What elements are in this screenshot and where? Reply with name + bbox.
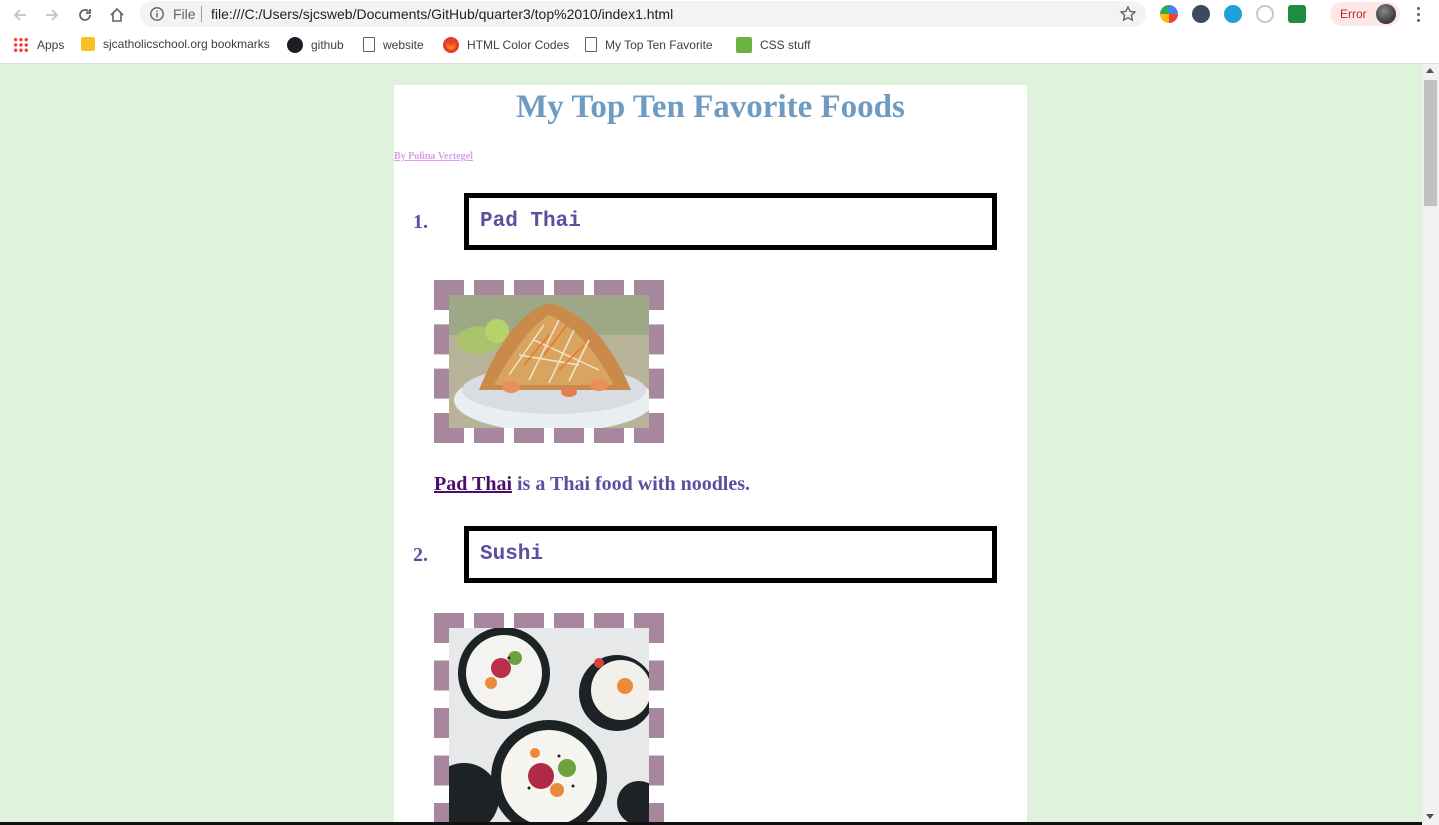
page-icon xyxy=(363,37,375,52)
reload-icon xyxy=(79,9,91,21)
back-button[interactable] xyxy=(8,3,32,27)
pad-thai-image xyxy=(449,295,649,428)
bookmark-github[interactable]: github xyxy=(287,37,344,53)
page-title: My Top Ten Favorite Foods xyxy=(516,89,905,125)
info-icon[interactable] xyxy=(149,6,165,22)
star-icon[interactable] xyxy=(1119,5,1137,23)
bookmark-website[interactable]: website xyxy=(363,37,424,52)
description-text: is a Thai food with noodles. xyxy=(512,473,751,495)
bookmark-label: sjcatholicschool.org bookmarks xyxy=(103,37,270,51)
scroll-down-arrow-icon[interactable] xyxy=(1426,814,1434,819)
page-icon xyxy=(585,37,597,52)
bookmarks-bar: Apps sjcatholicschool.org bookmarks gith… xyxy=(0,32,1439,60)
author-link[interactable]: By Polina Vertegel xyxy=(394,151,473,162)
bookmark-html-color-codes[interactable]: HTML Color Codes xyxy=(443,37,569,53)
more-vert-icon[interactable] xyxy=(1410,5,1426,23)
back-arrow-icon xyxy=(13,9,26,21)
extension-color-icon[interactable] xyxy=(1160,5,1178,23)
extension-vpn-icon[interactable] xyxy=(1224,5,1242,23)
bookmark-my-top-ten[interactable]: My Top Ten Favorite F xyxy=(585,37,715,52)
address-divider xyxy=(201,6,202,22)
vertical-scrollbar[interactable] xyxy=(1422,64,1439,825)
apps-grid-icon xyxy=(13,37,29,53)
extension-help-icon[interactable] xyxy=(1256,5,1274,23)
bookmark-label: website xyxy=(383,37,424,52)
scroll-thumb[interactable] xyxy=(1424,80,1437,206)
content-panel: My Top Ten Favorite Foods By Polina Vert… xyxy=(394,85,1027,825)
sushi-image xyxy=(449,628,649,825)
color-wheel-icon xyxy=(443,37,459,53)
item-heading: Sushi xyxy=(480,543,544,566)
profile-status: Error xyxy=(1340,7,1367,21)
address-bar[interactable]: File file:///C:/Users/sjcsweb/Documents/… xyxy=(140,1,1146,27)
bookmark-label: My Top Ten Favorite F xyxy=(605,37,715,52)
browser-toolbar: File file:///C:/Users/sjcsweb/Documents/… xyxy=(0,0,1439,29)
profile-button[interactable]: Error xyxy=(1330,2,1400,26)
reload-button[interactable] xyxy=(73,3,97,27)
bookmark-label: Apps xyxy=(37,38,65,52)
item-heading: Pad Thai xyxy=(480,210,581,233)
item-number: 2. xyxy=(413,544,428,566)
bookmark-apps[interactable]: Apps xyxy=(13,37,64,53)
home-button[interactable] xyxy=(105,3,129,27)
item-description: Pad Thai is a Thai food with noodles. xyxy=(434,473,750,496)
item-heading-box: Sushi xyxy=(464,526,997,583)
bookmark-sjcatholicschool[interactable]: sjcatholicschool.org bookmarks xyxy=(81,37,270,51)
avatar xyxy=(1376,4,1396,24)
bookmark-label: CSS stuff xyxy=(760,38,811,52)
forward-arrow-icon xyxy=(46,9,59,21)
github-icon xyxy=(287,37,303,53)
folder-icon xyxy=(81,37,95,51)
page-viewport: My Top Ten Favorite Foods By Polina Vert… xyxy=(0,64,1422,825)
food-image-frame xyxy=(434,613,664,825)
extension-shield-icon[interactable] xyxy=(1192,5,1210,23)
forward-button[interactable] xyxy=(40,3,64,27)
food-image-frame xyxy=(434,280,664,443)
item-number: 1. xyxy=(413,211,428,233)
item-heading-box: Pad Thai xyxy=(464,193,997,250)
bookmark-css-stuff[interactable]: CSS stuff xyxy=(736,37,810,53)
url-scheme-label: File xyxy=(173,6,196,22)
css3-icon xyxy=(736,37,752,53)
bookmark-label: HTML Color Codes xyxy=(467,38,570,52)
home-icon xyxy=(110,7,124,22)
extension-classroom-icon[interactable] xyxy=(1288,5,1306,23)
url-text[interactable]: file:///C:/Users/sjcsweb/Documents/GitHu… xyxy=(211,6,673,22)
pad-thai-link[interactable]: Pad Thai xyxy=(434,473,512,495)
bookmark-label: github xyxy=(311,38,344,52)
scroll-up-arrow-icon[interactable] xyxy=(1426,68,1434,73)
